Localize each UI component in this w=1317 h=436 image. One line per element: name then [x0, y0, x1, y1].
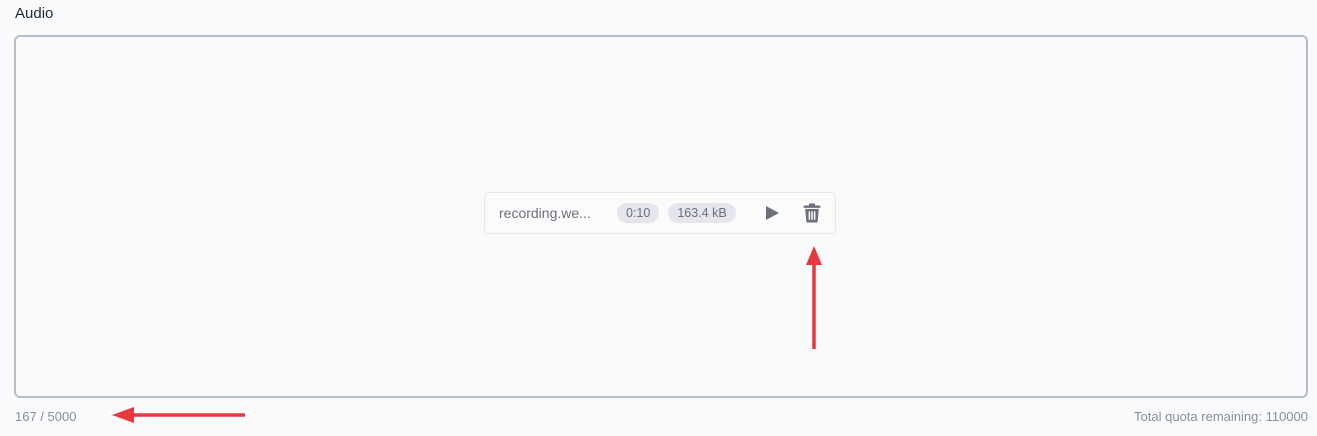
audio-field-label: Audio [15, 5, 54, 22]
audio-page: Audio recording.we... 0:10 163.4 kB 167 … [0, 0, 1317, 436]
trash-icon [803, 203, 821, 223]
play-icon [765, 206, 779, 220]
duration-badge: 0:10 [617, 203, 660, 223]
delete-button[interactable] [800, 201, 824, 225]
file-name: recording.we... [499, 205, 591, 221]
play-button[interactable] [760, 201, 784, 225]
audio-file-card: recording.we... 0:10 163.4 kB [484, 192, 836, 234]
arrow-left-annotation [112, 407, 245, 423]
quota-remaining: Total quota remaining: 110000 [1134, 409, 1308, 424]
file-size-badge: 163.4 kB [668, 203, 736, 223]
character-count: 167 / 5000 [15, 409, 77, 424]
